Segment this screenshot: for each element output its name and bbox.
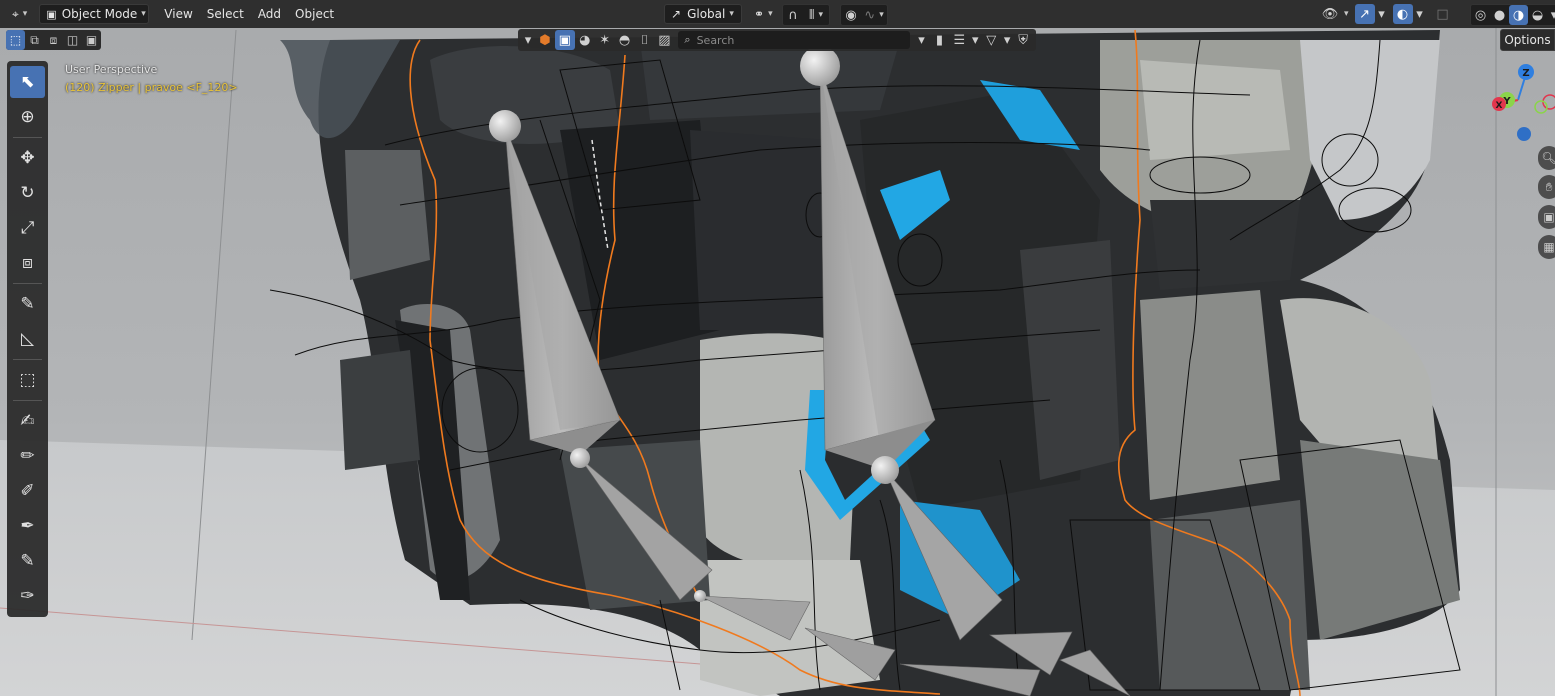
menu-view[interactable]: View: [157, 4, 199, 24]
light-brush-tool-icon[interactable]: ✍: [10, 405, 45, 437]
proportional-edit-group: ◉ ∿ ▾: [840, 4, 888, 26]
pivot-icon: ⚭: [754, 7, 765, 21]
active-object-info: (120) Zipper | pravoe <F_120>: [65, 81, 238, 94]
curve-brush-tool-icon[interactable]: ✒: [10, 510, 45, 542]
outliner-view-icon[interactable]: ☰: [949, 30, 969, 50]
image-filter-icon[interactable]: ▨: [654, 30, 674, 50]
3d-viewport[interactable]: User Perspective (120) Zipper | pravoe <…: [0, 0, 1555, 696]
viewport-info: User Perspective (120) Zipper | pravoe <…: [65, 61, 238, 97]
pivot-point-button[interactable]: ⚭ ▾: [748, 4, 779, 24]
toolbar-divider: [13, 359, 42, 360]
overlays-toggle-icon[interactable]: ◐: [1392, 4, 1413, 24]
menu-add[interactable]: Add: [251, 4, 288, 24]
eyedropper-brush-tool-icon[interactable]: ✑: [10, 580, 45, 612]
add-cube-tool-icon[interactable]: ⬚: [10, 364, 45, 396]
chevron-down-icon: ▾: [22, 9, 28, 19]
chevron-down-icon[interactable]: ▾: [1001, 30, 1013, 50]
orientation-label: Global: [687, 7, 726, 21]
chevron-down-icon[interactable]: ▾: [1375, 4, 1389, 24]
chevron-down-icon[interactable]: ▾: [1413, 4, 1427, 24]
gizmo-toggle-icon[interactable]: ↗: [1354, 4, 1375, 24]
editor-type-button[interactable]: ⌖ ▾: [6, 4, 33, 24]
mesh-filter-icon[interactable]: ◕: [575, 30, 595, 50]
select-new-icon[interactable]: ⬚: [6, 30, 25, 50]
toolbar-divider: [13, 400, 42, 401]
select-box-tool-icon[interactable]: ⬉: [10, 66, 45, 98]
chevron-down-icon[interactable]: ▾: [969, 30, 981, 50]
toolbar-divider: [13, 137, 42, 138]
camera-filter-icon[interactable]: ⌷: [635, 30, 655, 50]
measure-tool-icon[interactable]: ◺: [10, 323, 45, 355]
probe-brush-tool-icon[interactable]: ✎: [10, 545, 45, 577]
select-extend-icon[interactable]: ⧉: [25, 30, 44, 50]
object-brush-tool-icon[interactable]: ✐: [10, 475, 45, 507]
tool-shelf: ⬉ ⊕ ✥ ↻ ⤢ ⧈ ✎ ◺ ⬚ ✍ ✏ ✐ ✒ ✎ ✑: [7, 61, 48, 617]
chevron-down-icon: ▾: [729, 9, 734, 19]
world-brush-tool-icon[interactable]: ✏: [10, 440, 45, 472]
chevron-down-icon: ▾: [141, 9, 146, 19]
snap-target-icon[interactable]: ⫴ ▾: [803, 5, 829, 25]
snapping-group: ∩ ⫴ ▾: [782, 4, 830, 26]
solid-shading-icon[interactable]: ●: [1490, 5, 1509, 25]
annotate-tool-icon[interactable]: ✎: [10, 288, 45, 320]
viewport-scene[interactable]: [0, 0, 1555, 696]
shield-check-icon[interactable]: ⛨: [1013, 30, 1033, 50]
toolbar-divider: [13, 283, 42, 284]
camera-view-icon[interactable]: ▣: [1538, 205, 1555, 229]
mode-label: Object Mode: [61, 7, 138, 21]
proportional-edit-icon[interactable]: ◉: [841, 5, 861, 25]
rotate-tool-icon[interactable]: ↻: [10, 177, 45, 209]
chevron-down-icon: ▾: [768, 9, 773, 19]
scene-collection-icon[interactable]: ⬢: [535, 30, 555, 50]
visibility-eye-icon[interactable]: 👁︎: [1320, 4, 1340, 24]
mode-select[interactable]: ▣ Object Mode ▾: [39, 4, 150, 24]
options-button[interactable]: Options: [1500, 29, 1555, 51]
filter-funnel-icon[interactable]: ▽: [981, 30, 1001, 50]
select-intersect-icon[interactable]: ▣: [82, 30, 101, 50]
object-filter-icon[interactable]: ▣: [554, 30, 575, 50]
search-input[interactable]: ⌕ Search: [678, 31, 910, 49]
viewport-filter-bar: ▾ ⬢ ▣ ◕ ✶ ◓ ⌷ ▨ ⌕ Search ▾ ▮ ☰ ▾ ▽ ▾ ⛨: [518, 29, 1036, 51]
transform-orientation-select[interactable]: ↗ Global ▾: [664, 4, 742, 24]
axis-editor-icon: ⌖: [12, 6, 19, 21]
object-mode-icon: ▣: [46, 7, 57, 21]
snap-magnet-icon[interactable]: ∩: [783, 5, 803, 25]
menu-object[interactable]: Object: [288, 4, 341, 24]
chevron-down-icon: ▾: [1344, 9, 1349, 19]
bookmark-icon[interactable]: ▮: [929, 30, 949, 50]
menu-select[interactable]: Select: [200, 4, 251, 24]
gizmo-x-label: X: [1496, 101, 1503, 111]
transform-tool-icon[interactable]: ⧈: [10, 247, 45, 279]
overlay-controls: 👁︎ ▾ ↗ ▾ ◐ ▾ □: [1320, 4, 1453, 24]
perspective-grid-icon[interactable]: ▦: [1538, 235, 1555, 259]
chevron-down-icon[interactable]: ▾: [914, 30, 930, 50]
selection-mode-group: ⬚ ⧉ ⧈ ◫ ▣: [6, 30, 101, 50]
wireframe-shading-icon[interactable]: ◎: [1471, 5, 1490, 25]
shading-mode-group: ◎ ● ◑ ◒ ▾: [1470, 4, 1555, 26]
move-tool-icon[interactable]: ✥: [10, 142, 45, 174]
orientation-icon: ↗: [671, 7, 682, 21]
material-preview-shading-icon[interactable]: ◑: [1509, 5, 1528, 25]
falloff-icon[interactable]: ∿ ▾: [861, 5, 887, 25]
world-filter-icon[interactable]: ◓: [615, 30, 635, 50]
rendered-shading-icon[interactable]: ◒: [1528, 5, 1547, 25]
search-icon: ⌕: [684, 33, 691, 46]
header-menus: View Select Add Object: [157, 4, 341, 24]
select-difference-icon[interactable]: ◫: [63, 30, 82, 50]
scale-tool-icon[interactable]: ⤢: [10, 212, 45, 244]
zoom-icon[interactable]: 🔍︎: [1538, 146, 1555, 170]
pan-hand-icon[interactable]: ✋︎: [1538, 175, 1555, 199]
search-placeholder: Search: [696, 33, 735, 47]
viewport-header: ⌖ ▾ ▣ Object Mode ▾ View Select Add Objec…: [0, 0, 1555, 28]
gizmo-neg-z[interactable]: [1517, 127, 1531, 141]
chevron-down-icon[interactable]: ▾: [1547, 5, 1555, 25]
navigation-gizmo[interactable]: Z Y X: [1492, 62, 1555, 142]
select-subtract-icon[interactable]: ⧈: [44, 30, 63, 50]
gizmo-z-label: Z: [1522, 68, 1529, 79]
view-name: User Perspective: [65, 63, 158, 76]
chevron-down-icon[interactable]: ▾: [521, 30, 535, 50]
cursor-tool-icon[interactable]: ⊕: [10, 101, 45, 133]
light-filter-icon[interactable]: ✶: [595, 30, 615, 50]
xray-toggle-icon[interactable]: □: [1433, 4, 1453, 24]
